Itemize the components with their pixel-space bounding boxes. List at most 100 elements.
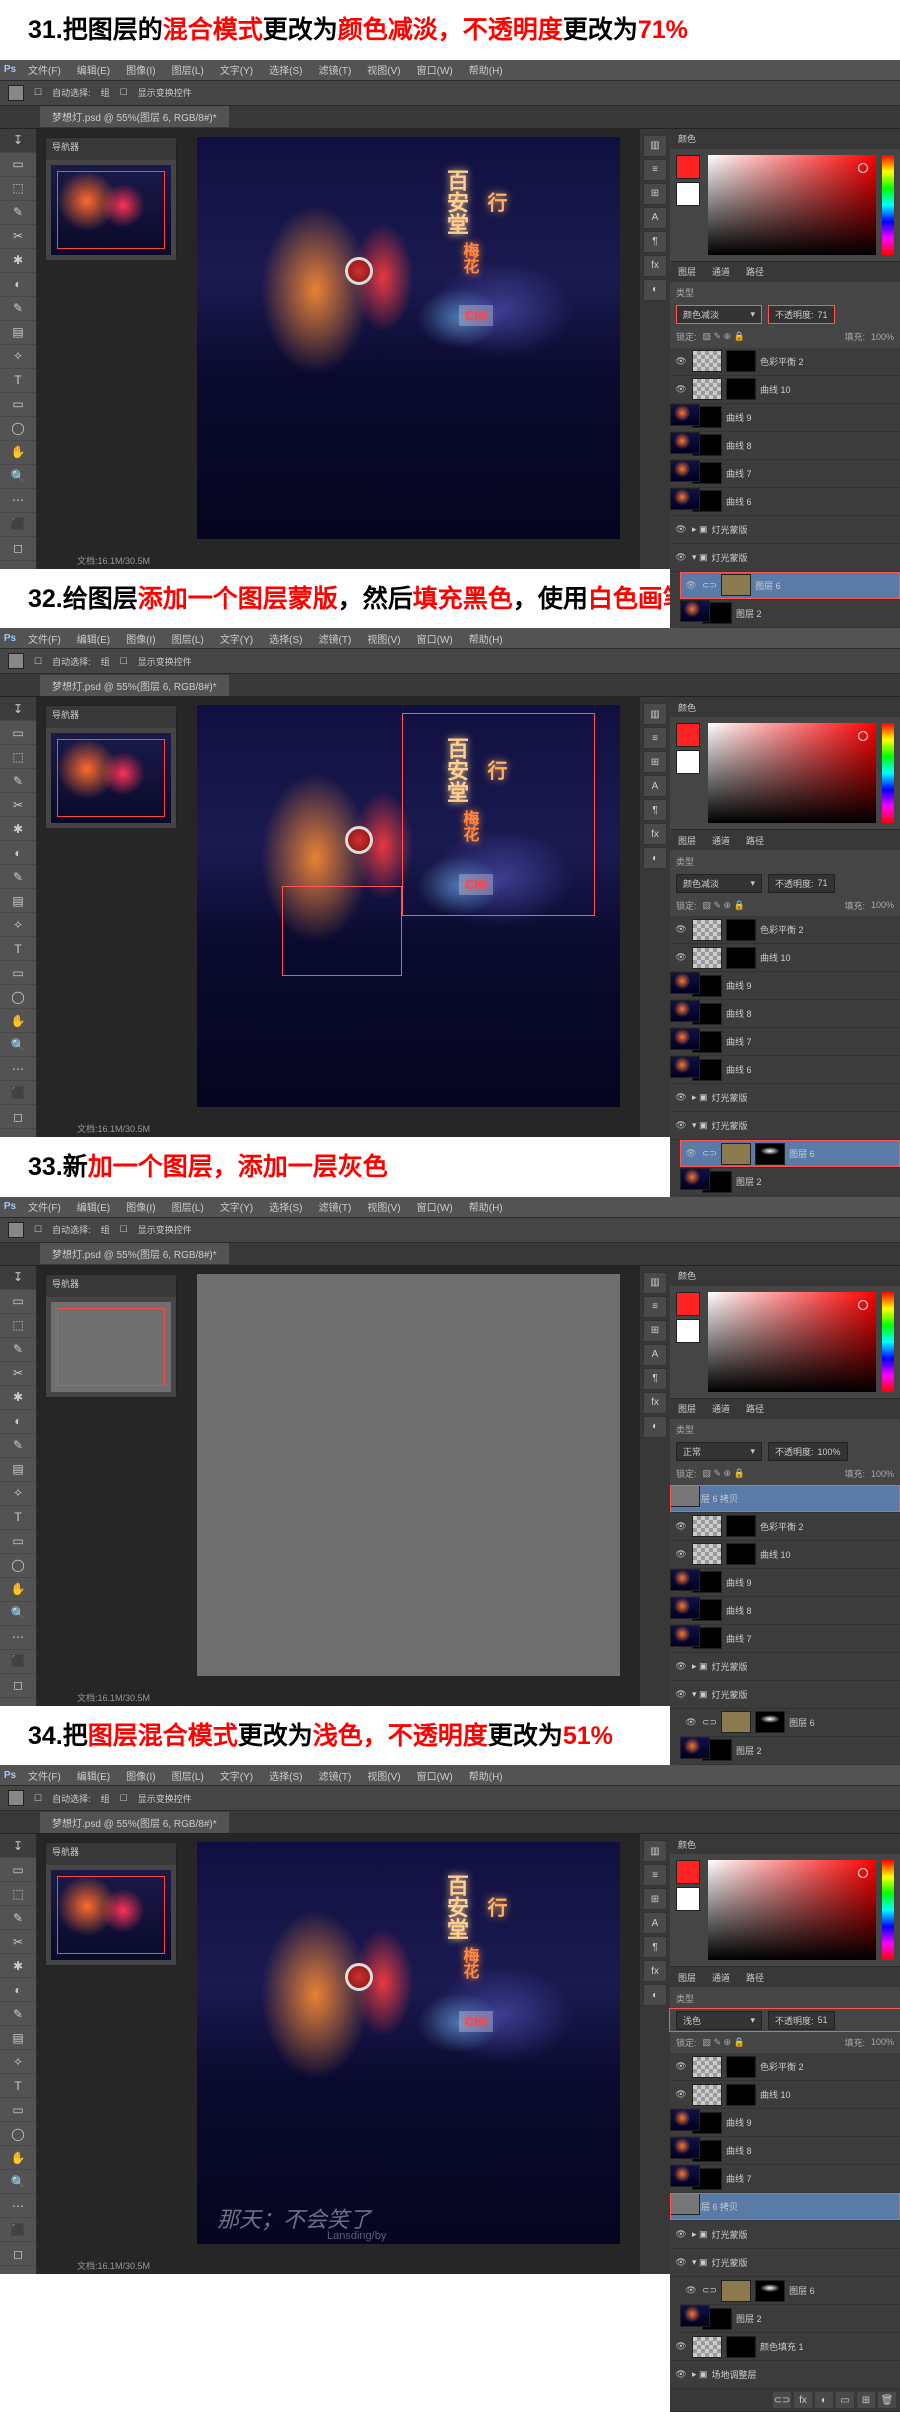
layer-mask-thumb[interactable]	[755, 1143, 785, 1165]
navigator-panel: 导航器	[45, 137, 177, 261]
layer-row[interactable]: 👁▾ ▣灯光蒙版	[670, 544, 900, 572]
menu-item[interactable]: 选择(S)	[261, 631, 310, 646]
strip-icon[interactable]: A	[643, 207, 667, 229]
layer-row[interactable]: 👁色彩平衡 2	[670, 348, 900, 376]
layer6-selected[interactable]: 👁⊂⊃图层 6	[680, 572, 900, 600]
strip-icon[interactable]: ⊞	[643, 183, 667, 205]
doc-tab[interactable]: 梦想灯.psd @ 55%(图层 6, RGB/8#)*	[40, 106, 229, 127]
blend-mode-select[interactable]: 浅色▾	[676, 2011, 762, 2030]
type-tool-icon[interactable]: T	[0, 369, 36, 393]
menu-item[interactable]: 文件(F)	[20, 62, 69, 77]
menu-item[interactable]: 编辑(E)	[69, 631, 118, 646]
layer-row[interactable]: 👁曲线 7	[670, 460, 900, 488]
layer-row[interactable]: 👁图层 2	[680, 600, 900, 628]
marquee-tool-icon[interactable]: ▭	[0, 153, 36, 177]
menu-item[interactable]: 图像(I)	[118, 62, 163, 77]
strip-icon[interactable]: ≡	[643, 159, 667, 181]
menu-item[interactable]: 窗口(W)	[409, 631, 461, 646]
layer6-masked[interactable]: 👁⊂⊃图层 6	[680, 1140, 900, 1168]
eyedrop-tool-icon[interactable]: ✱	[0, 249, 36, 273]
layer-row[interactable]: 👁▸ ▣灯光蒙版	[670, 516, 900, 544]
hand-tool-icon[interactable]: ✋	[0, 441, 36, 465]
opt-label: 显示变换控件	[138, 86, 192, 99]
opt-select[interactable]: 组	[101, 86, 110, 99]
eraser-tool-icon[interactable]: ✧	[0, 345, 36, 369]
menu-item[interactable]: 帮助(H)	[461, 631, 511, 646]
shape-tool-icon[interactable]: ▭	[0, 393, 36, 417]
layer-row[interactable]: 👁曲线 6	[670, 488, 900, 516]
menu-item[interactable]: 文字(Y)	[212, 62, 261, 77]
navigator-thumb-gray[interactable]	[51, 1302, 171, 1392]
menu-item[interactable]: 文件(F)	[20, 631, 69, 646]
opacity-input[interactable]: 不透明度:100%	[768, 1442, 848, 1461]
canvas[interactable]: 百安堂 行 梅花 CHI	[197, 705, 620, 1107]
screenshot-34: Ps 文件(F)编辑(E)图像(I)图层(L)文字(Y)选择(S)滤镜(T)视图…	[0, 1765, 900, 2274]
move-tool-icon[interactable]: ↧	[0, 129, 36, 153]
doc-tab[interactable]: 梦想灯.psd @ 55%(图层 6, RGB/8#)*	[40, 675, 229, 696]
blend-mode-select[interactable]: 颜色减淡▾	[676, 874, 762, 893]
ps-logo-icon: Ps	[0, 628, 20, 648]
ps-logo-icon: Ps	[0, 60, 20, 80]
layer-row[interactable]: 👁曲线 9	[670, 404, 900, 432]
opacity-input[interactable]: 不透明度:51	[768, 2011, 835, 2030]
layer-row[interactable]: 👁曲线 10	[670, 376, 900, 404]
blend-row-highlight: 浅色▾ 不透明度:51	[670, 2009, 900, 2031]
opacity-input[interactable]: 不透明度:71	[768, 874, 835, 893]
tool-swatch-icon	[8, 85, 24, 101]
sign-baiantang: 百安堂	[440, 169, 472, 235]
layer-row[interactable]: 👁曲线 8	[670, 432, 900, 460]
canvas[interactable]: 百安堂 行 梅花 CHI 那天；不会笑了 Lansding/by	[197, 1842, 620, 2244]
menu-item[interactable]: 窗口(W)	[409, 62, 461, 77]
color-swatches[interactable]	[676, 155, 702, 255]
highlight-box-2	[282, 886, 402, 976]
channels-tab[interactable]: 通道	[704, 265, 738, 278]
menu-item[interactable]: 图层(L)	[164, 62, 212, 77]
path-tool-icon[interactable]: ◯	[0, 417, 36, 441]
gray-layer-selected[interactable]: 👁图层 6 拷贝	[670, 1485, 900, 1513]
screenshot-32: Ps 文件(F)编辑(E)图像(I)图层(L)文字(Y)选择(S)滤镜(T)视图…	[0, 628, 900, 1137]
canvas[interactable]: 百安堂 行 梅花 CHI	[197, 137, 620, 539]
more-tools-icon[interactable]: ⋯	[0, 489, 36, 513]
layers-tab[interactable]: 图层	[670, 265, 704, 278]
menu-item[interactable]: 帮助(H)	[461, 62, 511, 77]
zoom-tool-icon[interactable]: 🔍	[0, 465, 36, 489]
tool-swatch-icon	[8, 653, 24, 669]
paths-tab[interactable]: 路径	[738, 265, 772, 278]
bg-color-icon[interactable]: ◻	[0, 537, 36, 561]
wand-tool-icon[interactable]: ✎	[0, 201, 36, 225]
strip-icon[interactable]: fx	[643, 255, 667, 277]
menu-item[interactable]: 滤镜(T)	[311, 631, 360, 646]
stamp-tool-icon[interactable]: ▤	[0, 321, 36, 345]
fg-color-icon[interactable]: ⬛	[0, 513, 36, 537]
heal-tool-icon[interactable]: ◐	[0, 273, 36, 297]
strip-icon[interactable]: ◐	[643, 279, 667, 301]
lasso-tool-icon[interactable]: ⬚	[0, 177, 36, 201]
ps-logo-icon: Ps	[0, 1765, 20, 1785]
menu-item[interactable]: 编辑(E)	[69, 62, 118, 77]
opacity-input[interactable]: 不透明度:71	[768, 305, 835, 324]
menu-item[interactable]: 选择(S)	[261, 62, 310, 77]
menu-item[interactable]: 滤镜(T)	[311, 62, 360, 77]
toolbar: ↧▭⬚✎✂✱◐✎▤✧T▭◯✋🔍⋯⬛◻	[0, 697, 37, 1137]
menu-item[interactable]: 文字(Y)	[212, 631, 261, 646]
sign-meihua: 梅花	[456, 242, 480, 274]
crop-tool-icon[interactable]: ✂	[0, 225, 36, 249]
menu-item[interactable]: 图像(I)	[118, 631, 163, 646]
bg-swatch	[676, 182, 700, 206]
stop-sign-icon	[345, 257, 373, 285]
brush-tool-icon[interactable]: ✎	[0, 297, 36, 321]
gray-layer-selected[interactable]: 👁图层 6 拷贝	[670, 2193, 900, 2221]
hue-slider[interactable]	[882, 155, 894, 255]
city-image: 百安堂 行 梅花 CHI	[197, 137, 620, 539]
strip-icon[interactable]: ¶	[643, 231, 667, 253]
menu-item[interactable]: 图层(L)	[164, 631, 212, 646]
blend-mode-select[interactable]: 颜色减淡▾	[676, 305, 762, 324]
canvas[interactable]	[197, 1274, 620, 1676]
color-tab[interactable]: 颜色	[670, 132, 704, 145]
navigator-thumb[interactable]	[51, 165, 171, 255]
strip-icon[interactable]: ▥	[643, 135, 667, 157]
blend-mode-select[interactable]: 正常▾	[676, 1442, 762, 1461]
menu-item[interactable]: 视图(V)	[359, 62, 408, 77]
color-spectrum[interactable]	[708, 155, 876, 255]
menu-item[interactable]: 视图(V)	[359, 631, 408, 646]
